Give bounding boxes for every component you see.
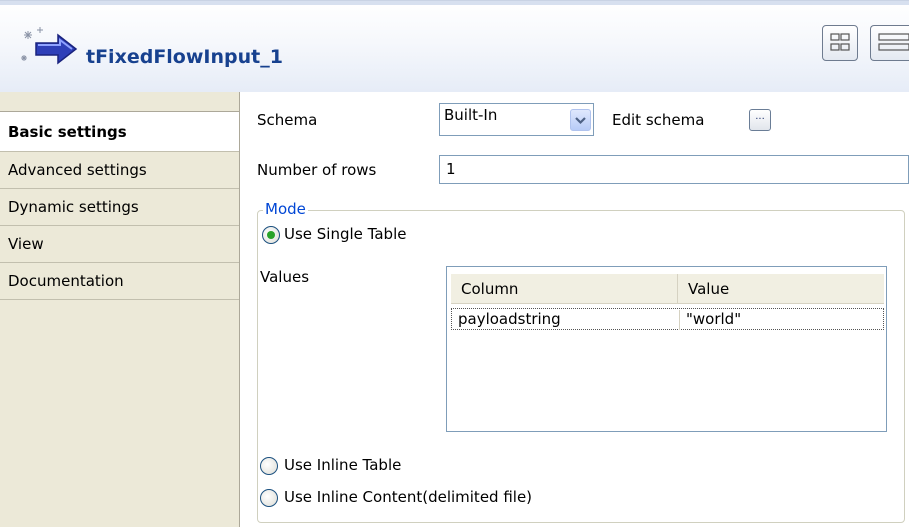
single-table-radio[interactable] (262, 226, 280, 244)
values-table[interactable]: Column Value payloadstring "world" (446, 266, 887, 432)
list-view-button[interactable] (870, 25, 909, 61)
chevron-down-icon[interactable] (570, 109, 591, 131)
edit-schema-button[interactable]: ... (749, 109, 771, 131)
column-header-value[interactable]: Value (678, 274, 884, 304)
header-accent (0, 1, 909, 5)
basic-settings-panel: Schema Built-In Edit schema ... Number o… (241, 92, 909, 527)
table-cell-value[interactable]: "world" (679, 310, 741, 330)
values-label: Values (260, 268, 310, 286)
tab-documentation[interactable]: Documentation (0, 263, 239, 300)
radio-selected-dot (267, 231, 275, 239)
grid-view-button[interactable] (822, 25, 858, 61)
rows-label: Number of rows (257, 161, 377, 179)
rows-input[interactable]: 1 (439, 155, 909, 184)
tab-advanced-settings[interactable]: Advanced settings (0, 152, 239, 189)
inline-table-label[interactable]: Use Inline Table (284, 456, 401, 474)
values-table-header: Column Value (451, 274, 884, 304)
tab-view[interactable]: View (0, 226, 239, 263)
schema-select[interactable]: Built-In (439, 103, 594, 136)
mode-legend: Mode (263, 200, 308, 218)
tab-dynamic-settings[interactable]: Dynamic settings (0, 189, 239, 226)
table-row[interactable]: payloadstring "world" (451, 308, 884, 330)
inline-content-radio[interactable] (260, 489, 278, 507)
edit-schema-label: Edit schema (612, 111, 705, 129)
tab-basic-settings[interactable]: Basic settings (0, 112, 239, 152)
table-cell-column[interactable]: payloadstring (458, 310, 561, 328)
settings-tab-list: Basic settings Advanced settings Dynamic… (0, 92, 240, 527)
component-title: tFixedFlowInput_1 (86, 46, 283, 68)
component-arrow-icon (21, 27, 78, 65)
inline-content-label[interactable]: Use Inline Content(delimited file) (284, 488, 532, 506)
schema-select-value: Built-In (444, 106, 498, 124)
tab-list-spacer (0, 92, 239, 112)
single-table-label[interactable]: Use Single Table (284, 225, 406, 243)
column-header-column[interactable]: Column (451, 274, 678, 304)
component-header: tFixedFlowInput_1 (0, 0, 909, 92)
inline-table-radio[interactable] (260, 457, 278, 475)
list-view-icon (878, 33, 909, 51)
grid-view-icon (830, 33, 850, 51)
schema-label: Schema (257, 111, 318, 129)
